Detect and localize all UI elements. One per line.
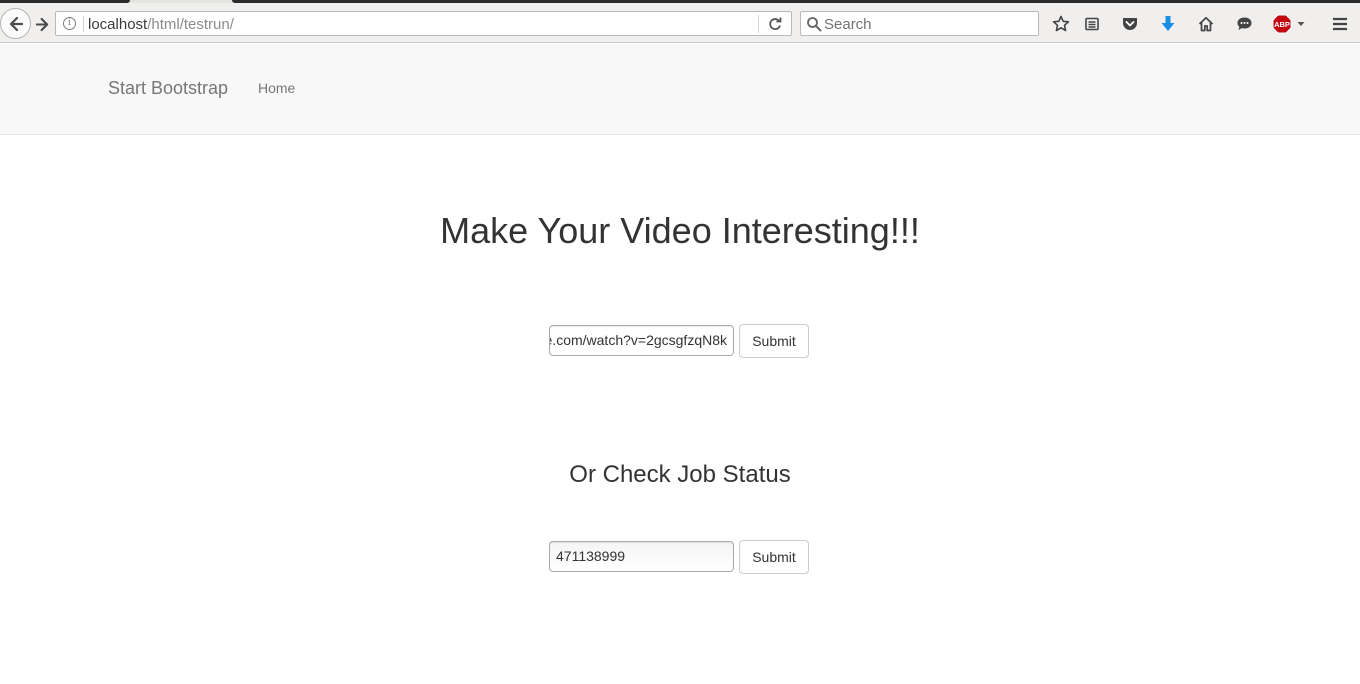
url-host: localhost bbox=[88, 16, 148, 33]
back-arrow-icon bbox=[9, 16, 23, 31]
reload-separator bbox=[758, 15, 759, 33]
forward-button[interactable] bbox=[30, 12, 54, 36]
search-icon bbox=[807, 17, 822, 32]
home-icon bbox=[1198, 16, 1214, 32]
site-navbar: Start Bootstrap Home bbox=[0, 44, 1360, 135]
download-icon bbox=[1161, 16, 1175, 31]
nav-link-home[interactable]: Home bbox=[258, 80, 295, 96]
address-bar[interactable]: i localhost/html/testrun/ bbox=[55, 11, 792, 36]
hamburger-menu-icon bbox=[1333, 17, 1347, 31]
back-button[interactable] bbox=[0, 8, 31, 39]
pocket-button[interactable] bbox=[1119, 13, 1141, 35]
video-url-input[interactable]: https://www.youtube.com/watch?v=2gcsgfzq… bbox=[549, 325, 734, 356]
reader-list-icon bbox=[1085, 17, 1099, 31]
submit-job-button[interactable]: Submit bbox=[739, 540, 809, 574]
search-input[interactable] bbox=[824, 15, 1034, 33]
chat-icon bbox=[1237, 17, 1251, 30]
dropdown-caret-icon bbox=[1297, 22, 1305, 26]
reload-icon[interactable] bbox=[767, 16, 783, 32]
reading-list-button[interactable] bbox=[1081, 13, 1103, 35]
info-icon[interactable]: i bbox=[63, 17, 76, 30]
video-url-value: https://www.youtube.com/watch?v=2gcsgfzq… bbox=[550, 332, 727, 348]
home-button[interactable] bbox=[1195, 13, 1217, 35]
forward-arrow-icon bbox=[35, 17, 48, 31]
adblock-icon: ABP bbox=[1272, 14, 1292, 34]
bookmark-button[interactable] bbox=[1050, 13, 1072, 35]
search-bar[interactable] bbox=[800, 11, 1039, 36]
pocket-icon bbox=[1123, 18, 1137, 30]
submit-video-button[interactable]: Submit bbox=[739, 324, 809, 358]
bookmark-star-icon bbox=[1052, 15, 1070, 32]
browser-toolbar: i localhost/html/testrun/ ABP bbox=[0, 3, 1360, 43]
url-path: /html/testrun/ bbox=[147, 16, 234, 33]
chat-button[interactable] bbox=[1233, 13, 1255, 35]
navbar-brand[interactable]: Start Bootstrap bbox=[108, 78, 228, 99]
adblock-label: ABP bbox=[1274, 20, 1290, 29]
url-text[interactable]: localhost/html/testrun/ bbox=[88, 16, 234, 33]
adblock-menu-button[interactable] bbox=[1294, 13, 1308, 35]
page-title: Make Your Video Interesting!!! bbox=[440, 210, 920, 251]
downloads-button[interactable] bbox=[1157, 13, 1179, 35]
adblock-button[interactable]: ABP bbox=[1271, 13, 1293, 35]
job-status-heading: Or Check Job Status bbox=[569, 461, 791, 488]
main-menu-button[interactable] bbox=[1329, 13, 1351, 35]
job-id-input[interactable]: 471138999 bbox=[549, 541, 734, 572]
url-separator bbox=[83, 16, 84, 32]
